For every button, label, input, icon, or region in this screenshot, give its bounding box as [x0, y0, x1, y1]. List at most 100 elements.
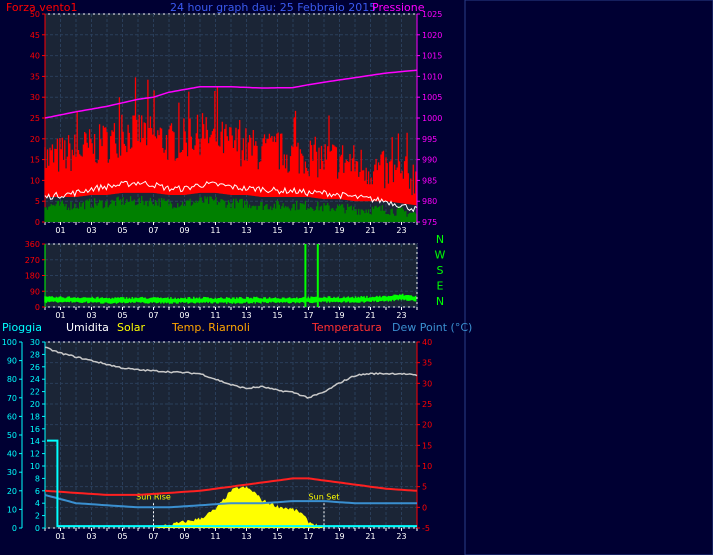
pressure-y-tick-label: 1000 — [422, 114, 442, 123]
wind-y-tick-label: 20 — [30, 135, 40, 144]
wind-x-tick-label: 23 — [396, 226, 406, 235]
wind-y-tick-label: 15 — [30, 156, 40, 165]
direction-x-tick-label: 17 — [303, 311, 313, 320]
graph-title: 24 hour graph dau: 25 Febbraio 2015 — [170, 1, 376, 14]
humidity-y-tick-label: 16 — [30, 425, 40, 434]
side-panel — [464, 0, 713, 555]
wind-y-tick-label: 50 — [30, 10, 40, 19]
temp-y-tick-label: 5 — [422, 483, 427, 492]
direction-y-tick-label: 270 — [25, 256, 40, 265]
direction-x-tick-label: 13 — [241, 311, 251, 320]
temp-y-tick-label: 15 — [422, 441, 432, 450]
temp-y-tick-label: 35 — [422, 359, 432, 368]
pressure-y-tick-label: 990 — [422, 156, 437, 165]
wind-x-tick-label: 19 — [334, 226, 344, 235]
humidity-y-tick-label: 30 — [30, 338, 40, 347]
humidity-y-tick-label: 28 — [30, 350, 40, 359]
wind-x-tick-label: 07 — [148, 226, 158, 235]
humidity-y-tick-label: 4 — [35, 499, 40, 508]
humidity-y-tick-label: 20 — [30, 400, 40, 409]
rain-y-tick-label: 40 — [7, 450, 17, 459]
compass-label: N — [436, 233, 444, 246]
temp-y-tick-label: -5 — [422, 524, 430, 533]
pressure-y-tick-label: 1020 — [422, 31, 442, 40]
temp-y-tick-label: 30 — [422, 379, 432, 388]
direction-x-tick-label: 23 — [396, 311, 406, 320]
humidity-y-tick-label: 0 — [35, 524, 40, 533]
direction-x-tick-label: 05 — [117, 311, 127, 320]
pressure-y-tick-label: 985 — [422, 176, 437, 185]
direction-x-tick-label: 01 — [55, 311, 65, 320]
direction-x-tick-label: 15 — [272, 311, 282, 320]
wind-y-tick-label: 40 — [30, 52, 40, 61]
wind-x-tick-label: 11 — [210, 226, 220, 235]
rain-y-tick-label: 80 — [7, 375, 17, 384]
humidity-y-tick-label: 10 — [30, 462, 40, 471]
legend-temperature: Temperatura — [311, 321, 382, 334]
temp-y-tick-label: 20 — [422, 421, 432, 430]
pressure-y-tick-label: 1015 — [422, 52, 442, 61]
pressure-y-tick-label: 975 — [422, 218, 437, 227]
wind-x-tick-label: 13 — [241, 226, 251, 235]
pressure-y-tick-label: 995 — [422, 135, 437, 144]
wind-y-tick-label: 45 — [30, 31, 40, 40]
temp-x-tick-label: 05 — [117, 532, 127, 541]
temp-x-tick-label: 13 — [241, 532, 251, 541]
humidity-y-tick-label: 14 — [30, 437, 40, 446]
compass-label: W — [435, 249, 446, 262]
wind-x-tick-label: 01 — [55, 226, 65, 235]
wind-y-tick-label: 35 — [30, 72, 40, 81]
pressure-y-tick-label: 1010 — [422, 72, 442, 81]
wind-x-tick-label: 17 — [303, 226, 313, 235]
humidity-y-tick-label: 8 — [35, 474, 40, 483]
humidity-y-tick-label: 22 — [30, 388, 40, 397]
humidity-y-tick-label: 24 — [30, 375, 40, 384]
wind-axis-label: Forza vento1 — [6, 1, 78, 14]
weather-graph: Forza vento1 24 hour graph dau: 25 Febbr… — [0, 0, 713, 555]
wind-y-tick-label: 25 — [30, 114, 40, 123]
temp-x-tick-label: 19 — [334, 532, 344, 541]
temp-x-tick-label: 01 — [55, 532, 65, 541]
temp-y-tick-label: 10 — [422, 462, 432, 471]
humidity-y-tick-label: 6 — [35, 487, 40, 496]
compass-label: N — [436, 295, 444, 308]
rain-y-tick-label: 60 — [7, 412, 17, 421]
direction-x-tick-label: 09 — [179, 311, 189, 320]
wind-x-tick-label: 09 — [179, 226, 189, 235]
legend-solar: Solar — [117, 321, 146, 334]
rain-y-tick-label: 10 — [7, 505, 17, 514]
temp-y-tick-label: 0 — [422, 503, 427, 512]
temp-x-tick-label: 07 — [148, 532, 158, 541]
temp-x-tick-label: 23 — [396, 532, 406, 541]
pressure-y-tick-label: 1005 — [422, 93, 442, 102]
temp-x-tick-label: 21 — [365, 532, 375, 541]
temp-humidity-rain-chart: 01 03 05 07 09 11 13 15 17 19 21 230102030405060708… — [2, 338, 432, 541]
compass-label: E — [437, 280, 444, 293]
humidity-y-tick-label: 2 — [35, 512, 40, 521]
rain-y-tick-label: 30 — [7, 468, 17, 477]
wind-x-tick-label: 15 — [272, 226, 282, 235]
humidity-y-tick-label: 12 — [30, 450, 40, 459]
wind-y-tick-label: 10 — [30, 176, 40, 185]
pressure-y-tick-label: 980 — [422, 197, 437, 206]
direction-x-tick-label: 07 — [148, 311, 158, 320]
temp-x-tick-label: 03 — [86, 532, 96, 541]
humidity-y-tick-label: 18 — [30, 412, 40, 421]
wind-y-tick-label: 5 — [35, 197, 40, 206]
wind-y-tick-label: 0 — [35, 218, 40, 227]
wind-x-tick-label: 03 — [86, 226, 96, 235]
wind-y-tick-label: 30 — [30, 93, 40, 102]
rain-y-tick-label: 70 — [7, 394, 17, 403]
rain-y-tick-label: 50 — [7, 431, 17, 440]
direction-x-tick-label: 21 — [365, 311, 375, 320]
temp-x-tick-label: 15 — [272, 532, 282, 541]
legend-soil-temp: Temp. Riarnoli — [171, 321, 250, 334]
temp-x-tick-label: 17 — [303, 532, 313, 541]
wind-pressure-chart: 01 03 05 07 09 11 13 15 17 19 21 230510152025303540… — [30, 10, 443, 235]
rain-y-tick-label: 100 — [2, 338, 17, 347]
rain-y-tick-label: 90 — [7, 357, 17, 366]
direction-y-tick-label: 90 — [30, 287, 40, 296]
temp-x-tick-label: 09 — [179, 532, 189, 541]
pressure-axis-label: Pressione — [372, 1, 425, 14]
direction-y-tick-label: 0 — [35, 303, 40, 312]
